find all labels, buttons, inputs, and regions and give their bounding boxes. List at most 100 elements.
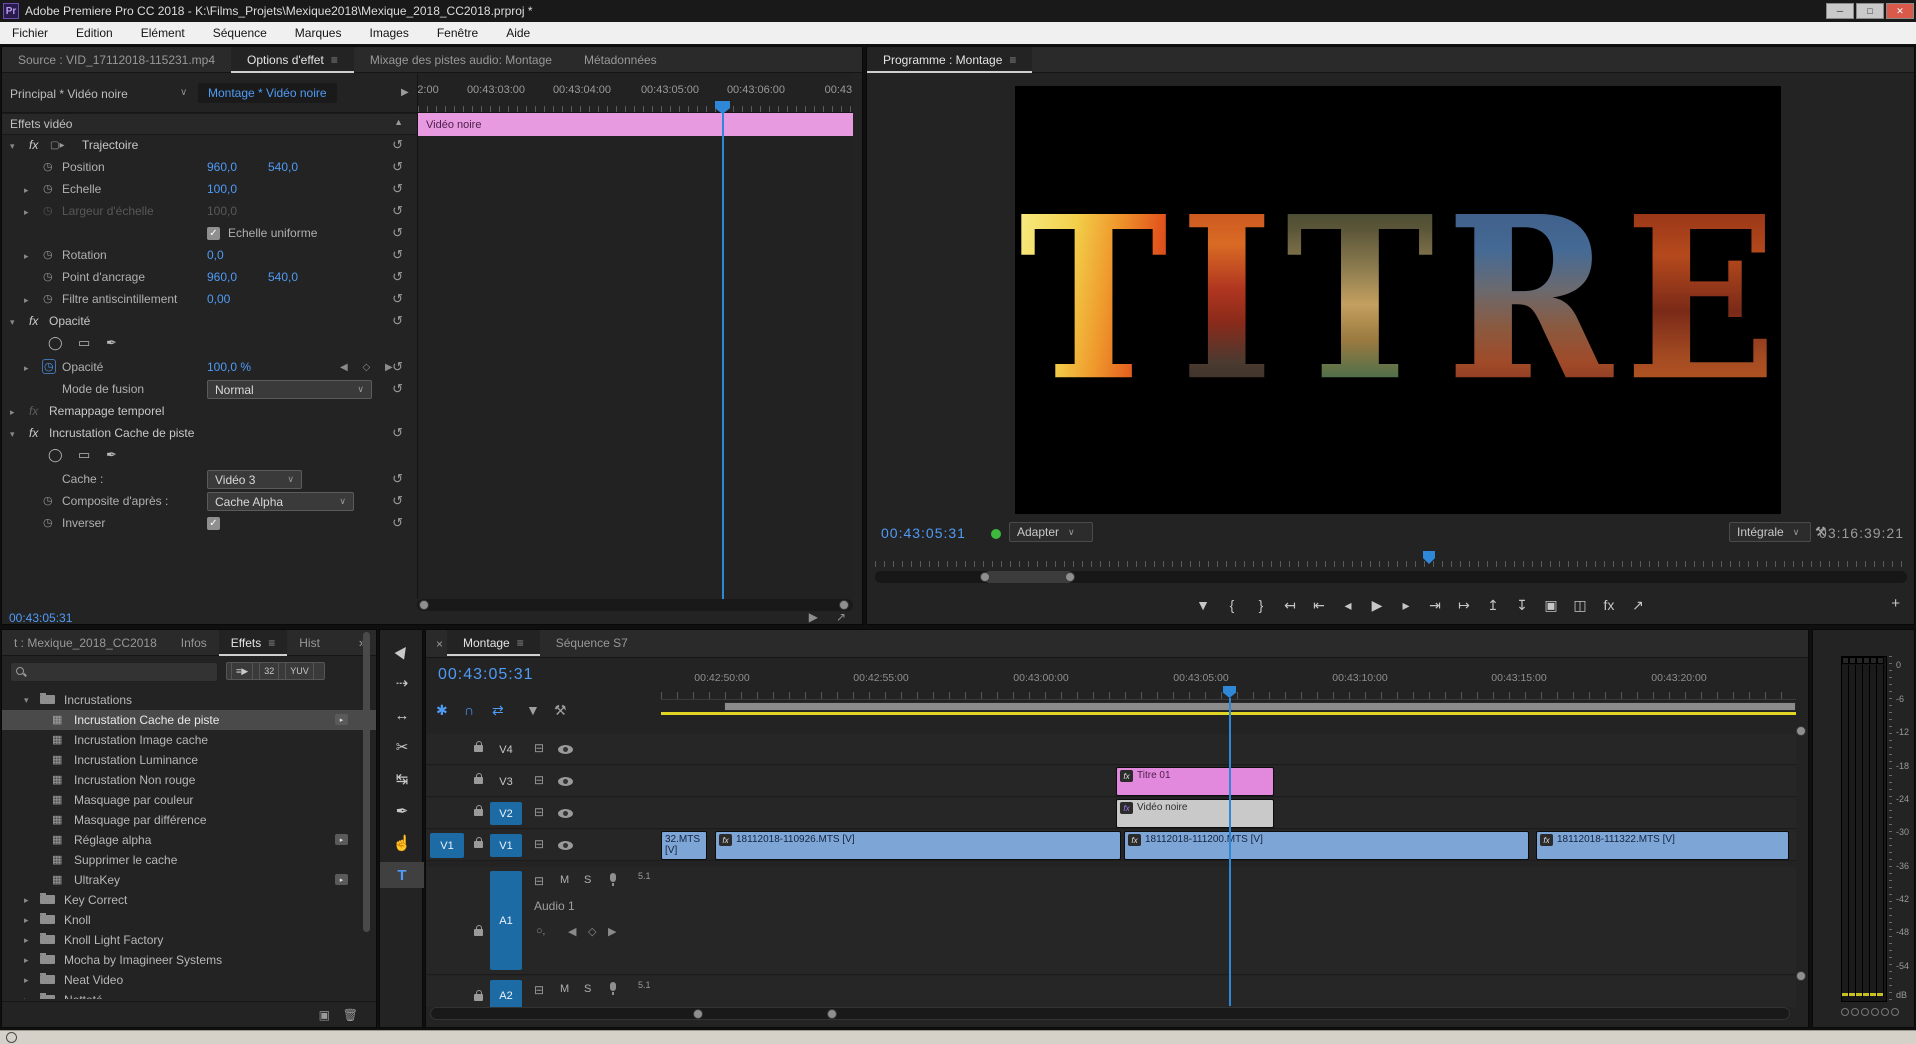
step-back-icon[interactable]: ◂ — [1341, 597, 1355, 614]
track-target-button[interactable]: V3 — [490, 770, 522, 793]
fx-badge-icon[interactable]: fx — [29, 426, 38, 440]
selection-tool[interactable]: ▶ — [380, 638, 424, 664]
toggle-track-output-icon[interactable] — [558, 809, 573, 818]
export-icon[interactable]: ↗ — [1631, 597, 1645, 614]
play-icon[interactable]: ▶ — [1370, 597, 1384, 614]
program-ruler[interactable] — [875, 554, 1907, 567]
fx-badge-icon[interactable]: fx — [29, 314, 38, 328]
lock-icon[interactable] — [474, 777, 483, 784]
effect-panel-timecode[interactable]: 00:43:05:31 — [9, 611, 72, 625]
twirl-icon[interactable]: ▸ — [24, 185, 29, 196]
reset-icon[interactable]: ↺ — [392, 359, 403, 375]
effects-tree-item[interactable]: ▸ ▦ Knoll Light Factory ▸ — [2, 930, 376, 950]
ellipse-mask-icon[interactable]: ◯ — [48, 447, 63, 463]
twirl-icon[interactable]: ▸ — [24, 935, 29, 946]
stopwatch-icon[interactable]: ◷ — [43, 360, 55, 373]
value[interactable]: 100,0 % — [207, 360, 251, 374]
sync-lock-icon[interactable]: ⊟ — [534, 773, 544, 787]
linked-selection-icon[interactable]: ⇄ — [492, 702, 504, 719]
master-clip-selector[interactable]: Principal * Vidéo noire — [10, 87, 128, 101]
effects-search-input[interactable] — [10, 662, 218, 682]
effects-tree-item[interactable]: ▦ Masquage par couleur ▸ — [2, 790, 376, 810]
add-marker-icon[interactable]: ▼ — [526, 702, 540, 718]
clip[interactable]: fx18112018-110926.MTS [V] — [715, 831, 1121, 860]
effects-tree-item[interactable]: ▦ Incrustation Image cache ▸ — [2, 730, 376, 750]
track-select-forward-tool[interactable]: ⇢ — [380, 670, 424, 696]
zoombar-handle-left[interactable] — [980, 572, 990, 582]
reset-icon[interactable]: ↺ — [392, 381, 403, 397]
voiceover-record-icon[interactable] — [610, 873, 616, 882]
effects-tree-item[interactable]: ▦ Incrustation Cache de piste ▸ — [2, 710, 376, 730]
nest-toggle-icon[interactable]: ✱ — [436, 702, 448, 719]
zoombar-handle-left[interactable] — [419, 600, 429, 610]
menu-element[interactable]: Elément — [141, 26, 185, 40]
menu-aide[interactable]: Aide — [506, 26, 530, 40]
program-timecode[interactable]: 00:43:05:31 — [881, 525, 966, 541]
zoombar-handle-right[interactable] — [827, 1009, 837, 1019]
twirl-icon[interactable]: ▸ — [24, 955, 29, 966]
pen-tool[interactable]: ✒ — [380, 798, 424, 824]
effects-tree-item[interactable]: ▦ Incrustation Non rouge ▸ — [2, 770, 376, 790]
reset-icon[interactable]: ↺ — [392, 159, 403, 175]
rect-mask-icon[interactable]: ▭ — [78, 447, 90, 463]
panel-menu-icon[interactable]: ≡ — [517, 636, 524, 650]
value-x[interactable]: 960,0 — [207, 270, 237, 284]
toggle-track-output-icon[interactable] — [558, 745, 573, 754]
keyframe-nav[interactable]: ◀ ◇ ▶ — [340, 362, 399, 373]
effects-tree-item[interactable]: ▦ Masquage par différence ▸ — [2, 810, 376, 830]
hand-tool[interactable]: ☝ — [380, 830, 424, 856]
stopwatch-icon[interactable]: ◷ — [43, 160, 53, 173]
playback-resolution-select[interactable]: Intégrale∨ — [1729, 522, 1811, 542]
tab-montage[interactable]: Montage≡ — [447, 630, 540, 656]
tab-source[interactable]: Source : VID_17112018-115231.mp4≡ — [2, 47, 231, 73]
clip[interactable]: fx18112018-111322.MTS [V] — [1536, 831, 1789, 860]
panel-menu-icon[interactable]: ≡ — [331, 53, 338, 67]
clip[interactable]: fxTitre 01 — [1116, 767, 1274, 796]
voiceover-record-icon[interactable] — [610, 982, 616, 991]
effects-tree-item[interactable]: ▾ ▦ Incrustations ▸ — [2, 690, 376, 710]
32bit-filter[interactable]: 32 — [259, 662, 279, 680]
vscroll-handle-top[interactable] — [1796, 726, 1806, 736]
tab-options-effet[interactable]: Options d'effet≡ — [231, 47, 354, 73]
stopwatch-icon[interactable]: ◷ — [43, 292, 53, 305]
add-marker-icon[interactable]: ▼ — [1196, 597, 1210, 613]
razor-tool[interactable]: ✂ — [380, 734, 424, 760]
reset-icon[interactable]: ↺ — [392, 137, 403, 153]
twirl-icon[interactable]: ▸ — [24, 895, 29, 906]
lock-icon[interactable] — [474, 745, 483, 752]
reset-icon[interactable]: ↺ — [392, 291, 403, 307]
keyframe-display-icon[interactable]: ○‚ — [536, 925, 545, 937]
export-frame-icon[interactable]: ▣ — [1544, 597, 1558, 614]
effect-timeline-zoombar[interactable] — [417, 599, 853, 611]
toggle-track-output-icon[interactable] — [558, 777, 573, 786]
track-target-button[interactable]: V1 — [490, 834, 522, 857]
program-zoombar[interactable] — [875, 571, 1907, 583]
twirl-icon[interactable]: ▸ — [24, 995, 29, 999]
stopwatch-icon[interactable]: ◷ — [43, 182, 53, 195]
menu-images[interactable]: Images — [369, 26, 408, 40]
sequence-clip-selector[interactable]: Montage * Vidéo noire — [198, 83, 337, 103]
composite-using-select[interactable]: Cache Alpha∨ — [207, 492, 354, 511]
twirl-icon[interactable]: ▸ — [24, 251, 29, 262]
mark-in-icon[interactable]: { — [1225, 597, 1239, 613]
next-keyframe-icon[interactable]: ▶ — [608, 925, 616, 938]
tab-effets[interactable]: Effets≡ — [219, 630, 287, 656]
reset-icon[interactable]: ↺ — [392, 493, 403, 509]
menu-fichier[interactable]: Fichier — [12, 26, 48, 40]
timeline-timecode[interactable]: 00:43:05:31 — [438, 666, 534, 684]
ripple-edit-tool[interactable]: ↔ — [380, 702, 424, 728]
stopwatch-icon[interactable]: ◷ — [43, 248, 53, 261]
track-target-button[interactable]: A1 — [490, 871, 522, 970]
twirl-icon[interactable]: ▸ — [24, 295, 29, 306]
track-name-label[interactable]: Audio 1 — [534, 899, 575, 913]
effects-tree-item[interactable]: ▦ UltraKey ▸ — [2, 870, 376, 890]
stopwatch-icon[interactable]: ◷ — [43, 516, 53, 529]
effects-tree-item[interactable]: ▸ ▦ Mocha by Imagineer Systems ▸ — [2, 950, 376, 970]
zoombar-handle-right[interactable] — [839, 600, 849, 610]
lock-icon[interactable] — [474, 994, 483, 1001]
trash-icon[interactable]: 🗑 — [343, 1008, 358, 1022]
channel-dot[interactable] — [1851, 1008, 1859, 1016]
timeline-vscrollbar[interactable] — [1796, 726, 1806, 1006]
collapse-icon[interactable]: ▲ — [394, 117, 403, 127]
tab-infos[interactable]: Infos≡ — [169, 630, 219, 656]
